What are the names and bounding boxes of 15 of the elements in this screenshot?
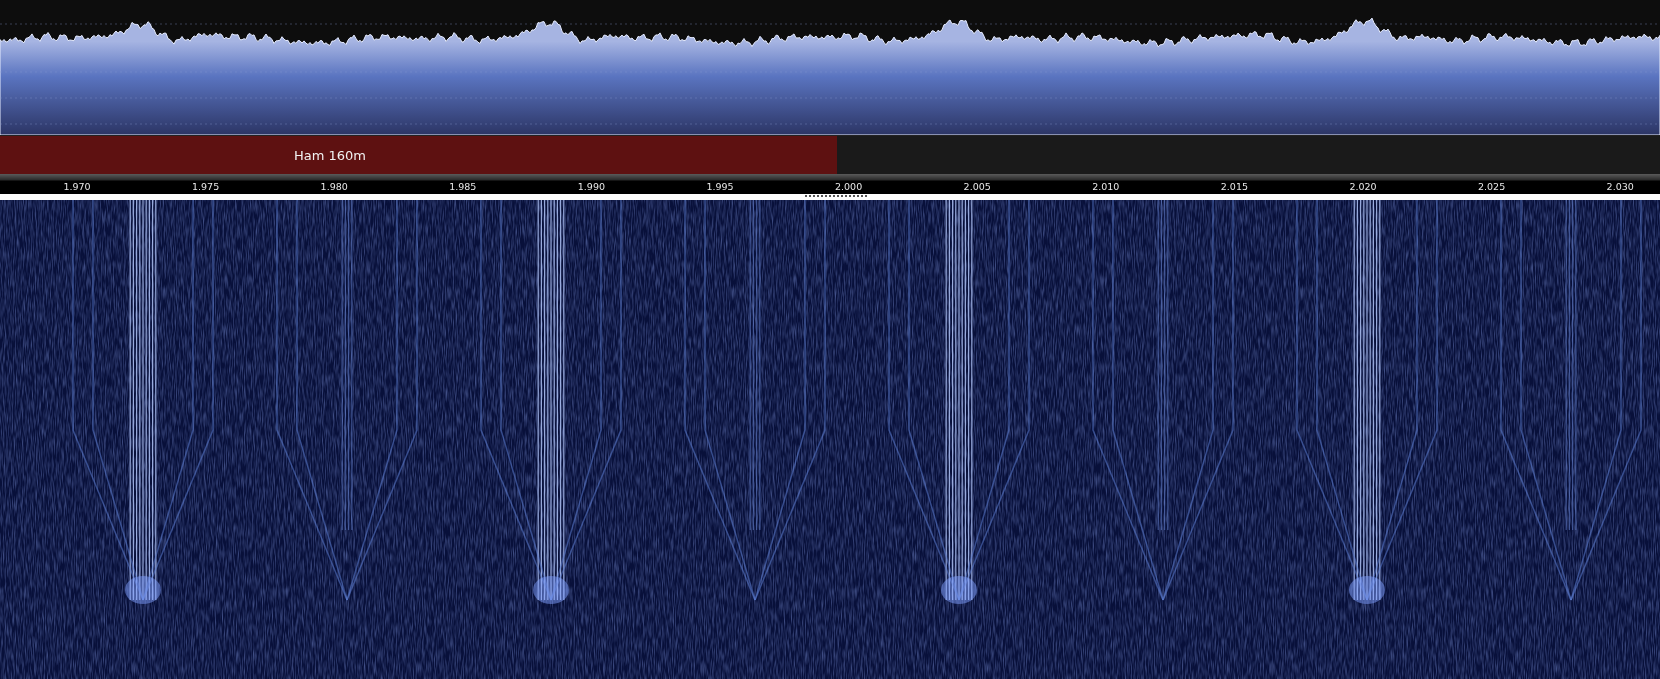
frequency-label: 2.015 [1220, 181, 1248, 192]
frequency-label: 1.975 [192, 181, 220, 192]
frequency-label: 2.020 [1349, 181, 1377, 192]
frequency-label: 1.970 [63, 181, 91, 192]
frequency-label: 1.980 [320, 181, 348, 192]
frequency-label: 1.990 [577, 181, 605, 192]
frequency-label: 2.005 [963, 181, 991, 192]
frequency-label: 1.995 [706, 181, 734, 192]
frequency-label: 2.010 [1092, 181, 1120, 192]
band-segment[interactable]: Ham 160m [0, 136, 837, 174]
frequency-label: 1.985 [449, 181, 477, 192]
frequency-label: 2.030 [1606, 181, 1634, 192]
band-label: Ham 160m [294, 147, 366, 163]
frequency-label: 2.025 [1478, 181, 1506, 192]
frequency-label: 2.000 [835, 181, 863, 192]
